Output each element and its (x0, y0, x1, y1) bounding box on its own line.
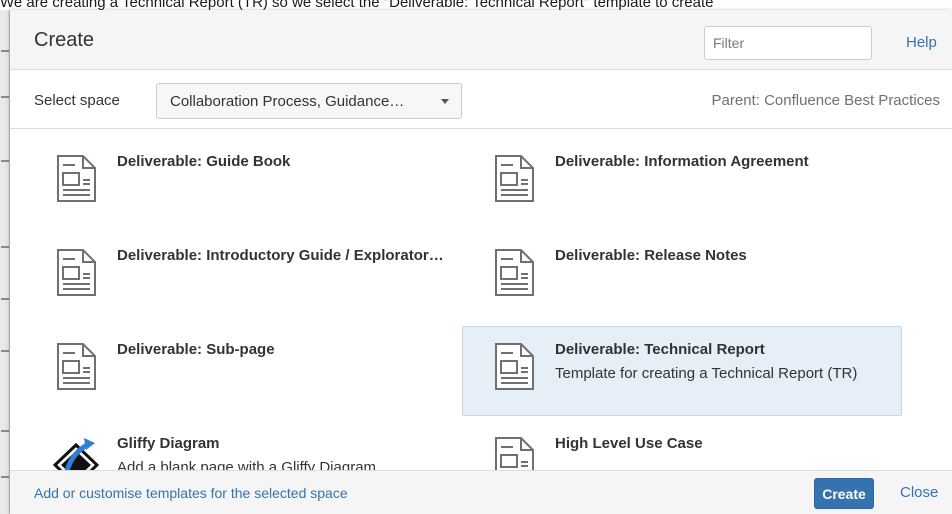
template-name: Deliverable: Technical Report (555, 341, 765, 358)
background-caption: We are creating a Technical Report (TR) … (0, 0, 714, 10)
document-icon (57, 155, 96, 202)
background-fragment (1, 96, 9, 98)
template-item[interactable]: Gliffy Diagram Add a blank page with a G… (24, 420, 464, 470)
document-icon (57, 343, 96, 390)
template-item[interactable]: Deliverable: Introductory Guide / Explor… (24, 232, 464, 322)
chevron-down-icon (441, 99, 449, 104)
background-fragment (1, 50, 9, 52)
document-icon (495, 437, 534, 470)
help-link[interactable]: Help (906, 34, 937, 52)
document-icon (495, 155, 534, 202)
background-page-strip (0, 10, 10, 514)
dialog-header: Create Help (10, 10, 952, 70)
template-name: Deliverable: Sub-page (117, 341, 275, 358)
template-item[interactable]: High Level Use Case (462, 420, 902, 470)
template-description: Template for creating a Technical Report… (555, 365, 858, 382)
create-button[interactable]: Create (814, 478, 874, 509)
select-space-label: Select space (34, 92, 120, 109)
template-name: High Level Use Case (555, 435, 703, 452)
template-item[interactable]: Deliverable: Guide Book (24, 138, 464, 228)
space-select-value: Collaboration Process, Guidance… (170, 93, 405, 110)
filter-input[interactable] (704, 26, 872, 60)
gliffy-icon (53, 438, 99, 470)
template-item[interactable]: Deliverable: Information Agreement (462, 138, 902, 228)
background-fragment (1, 476, 9, 478)
dialog-footer: Add or customise templates for the selec… (10, 470, 952, 514)
space-selector-row: Select space Collaboration Process, Guid… (10, 71, 952, 129)
template-name: Deliverable: Introductory Guide / Explor… (117, 247, 444, 264)
document-icon (495, 249, 534, 296)
space-select[interactable]: Collaboration Process, Guidance… (156, 83, 462, 119)
create-dialog: Create Help Select space Collaboration P… (10, 10, 952, 514)
background-fragment (1, 246, 9, 248)
template-item[interactable]: Deliverable: Sub-page (24, 326, 464, 416)
background-fragment (1, 430, 9, 432)
template-name: Deliverable: Release Notes (555, 247, 747, 264)
template-description: Add a blank page with a Gliffy Diagram. (117, 459, 381, 470)
customise-templates-link[interactable]: Add or customise templates for the selec… (34, 485, 348, 501)
template-item[interactable]: Deliverable: Technical Report Template f… (462, 326, 902, 416)
template-item[interactable]: Deliverable: Release Notes (462, 232, 902, 322)
background-fragment (1, 160, 9, 162)
document-icon (57, 249, 96, 296)
close-link[interactable]: Close (900, 485, 938, 501)
background-fragment (1, 298, 9, 300)
parent-page-text: Parent: Confluence Best Practices (711, 92, 940, 109)
template-name: Deliverable: Information Agreement (555, 153, 809, 170)
template-name: Gliffy Diagram (117, 435, 220, 452)
template-name: Deliverable: Guide Book (117, 153, 291, 170)
document-icon (495, 343, 534, 390)
background-fragment (1, 350, 9, 352)
dialog-title: Create (34, 29, 95, 51)
template-list: Deliverable: Guide Book Deliverable: Inf… (10, 130, 952, 470)
